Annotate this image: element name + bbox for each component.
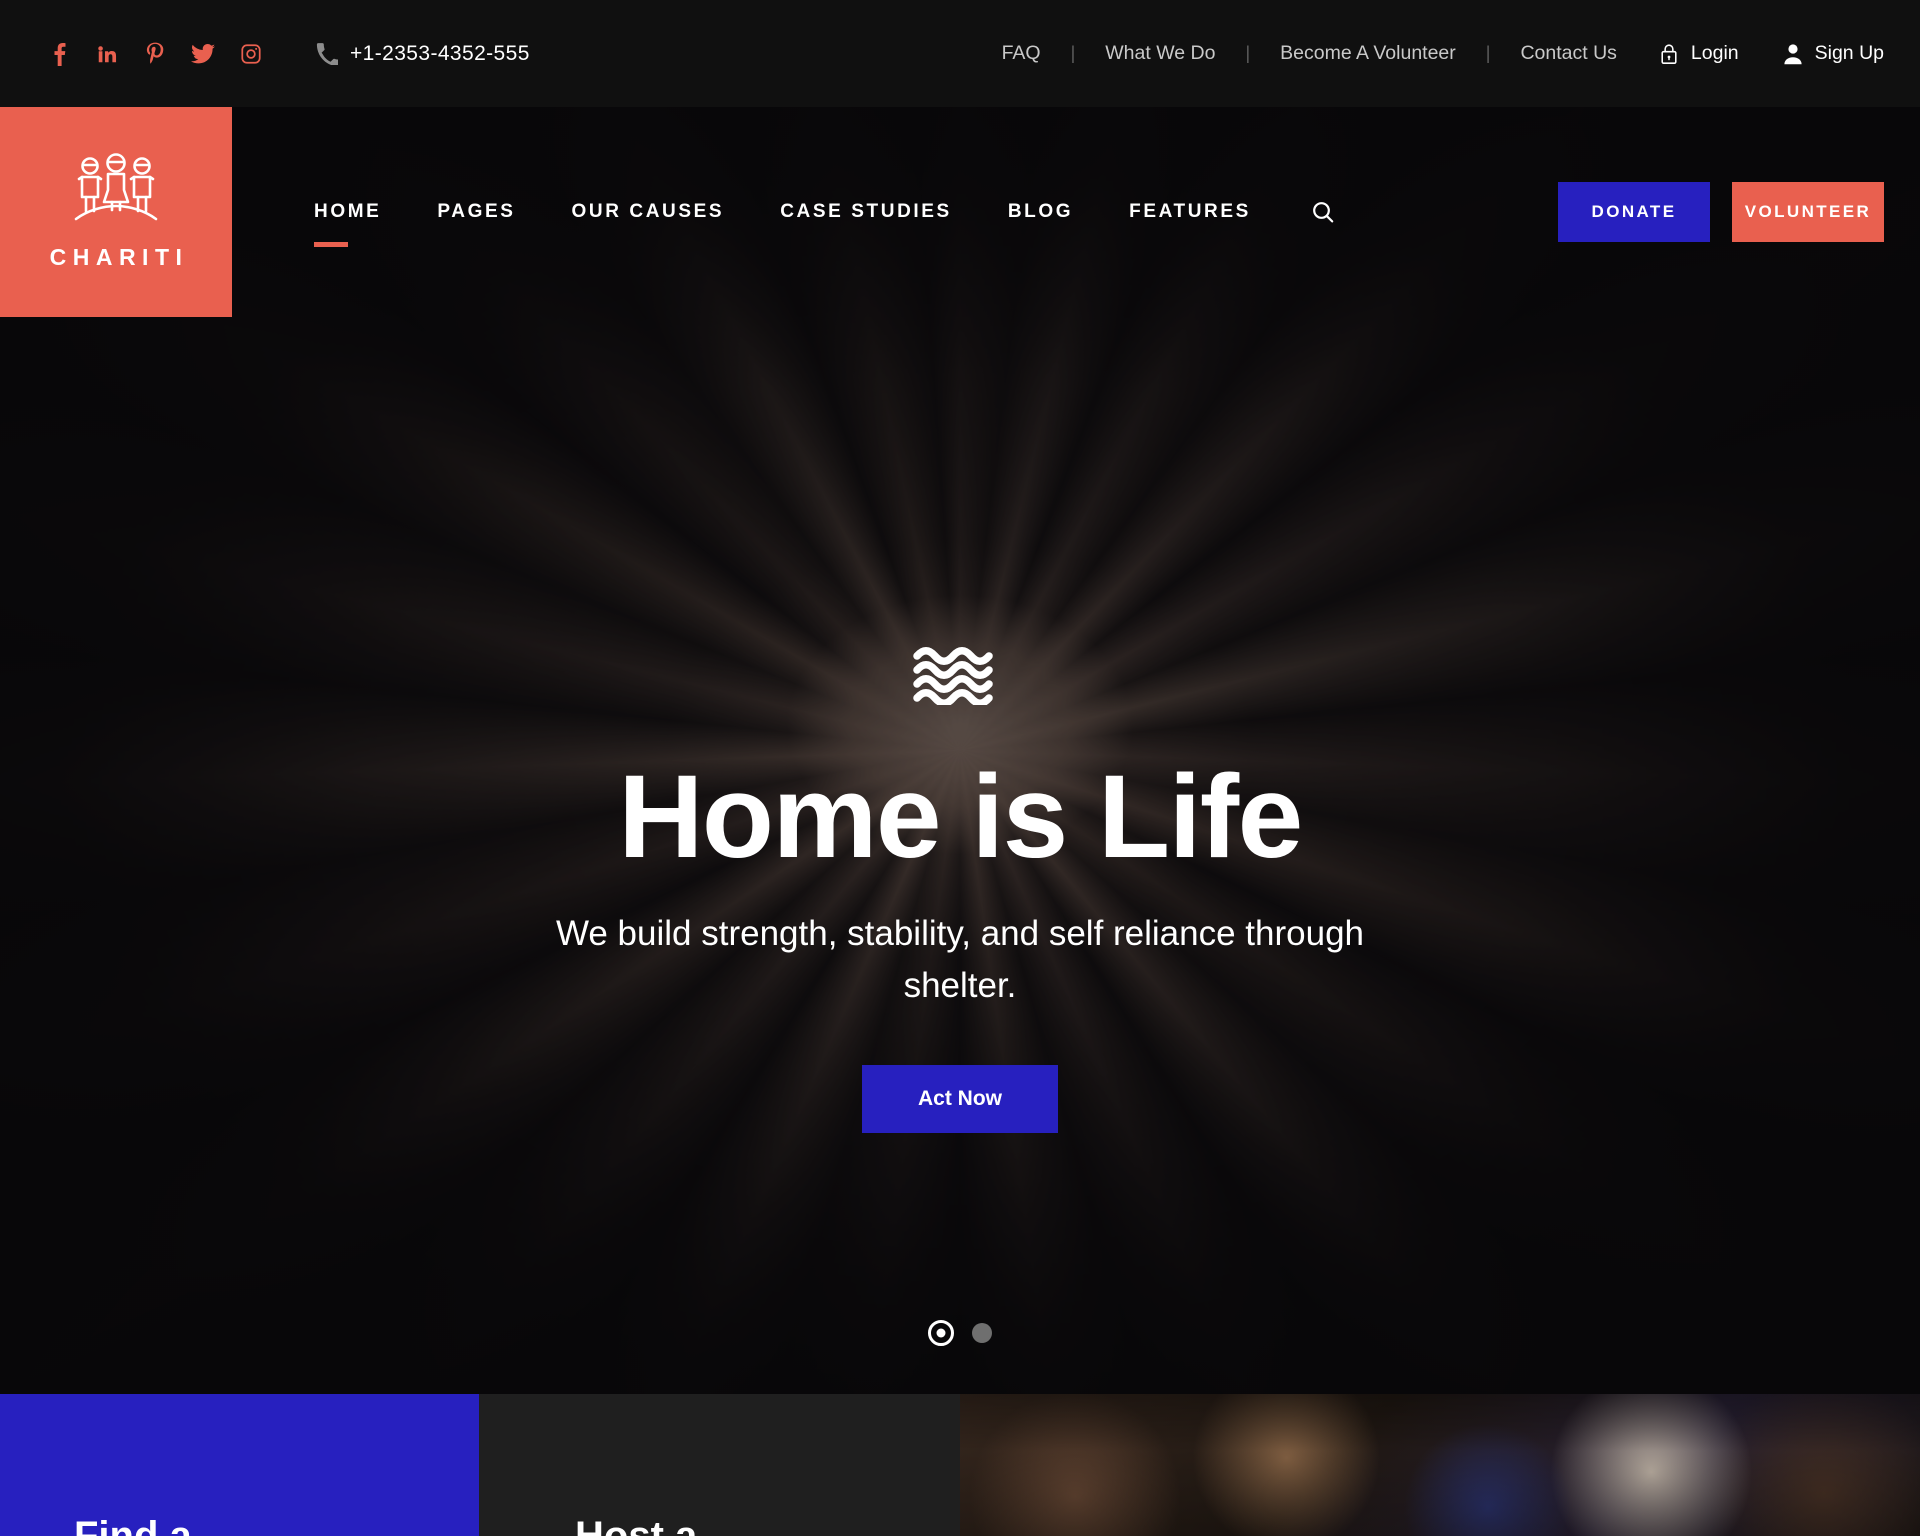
feature-card-blue-title: Find a [74, 1514, 192, 1536]
nav-item-case-studies[interactable]: CASE STUDIES [752, 201, 980, 223]
wave-lines-icon [913, 647, 1007, 710]
three-people-icon [70, 153, 162, 230]
top-link-separator: | [1485, 43, 1491, 63]
features-strip: Find a Host a [0, 1394, 1920, 1536]
volunteer-button[interactable]: VOLUNTEER [1732, 182, 1884, 242]
feature-card-dark-title: Host a [575, 1514, 698, 1536]
feature-card-dark[interactable]: Host a [479, 1394, 960, 1536]
nav-item-blog[interactable]: BLOG [980, 201, 1101, 223]
site-header: CHARITI HOME PAGES OUR CAUSES CASE STUDI… [0, 107, 1920, 317]
feature-card-blue[interactable]: Find a [0, 1394, 479, 1536]
logo-text: CHARITI [49, 244, 189, 270]
top-bar-right: FAQ | What We Do | Become A Volunteer | … [1000, 42, 1884, 65]
nav-item-pages[interactable]: PAGES [409, 201, 543, 223]
top-link-become-a-volunteer[interactable]: Become A Volunteer [1278, 42, 1458, 65]
hero-slide-content: Home is Life We build strength, stabilit… [0, 647, 1920, 1133]
top-link-faq[interactable]: FAQ [1000, 42, 1043, 65]
phone-number: +1-2353-4352-555 [350, 41, 530, 65]
nav-item-label: HOME [314, 201, 382, 222]
facebook-icon[interactable] [46, 41, 72, 67]
page-root: +1-2353-4352-555 FAQ | What We Do | Beco… [0, 0, 1920, 1536]
act-now-button[interactable]: Act Now [862, 1064, 1058, 1133]
top-link-separator: | [1070, 43, 1076, 63]
hero-subtitle: We build strength, stability, and self r… [555, 913, 1365, 1006]
nav-item-features[interactable]: FEATURES [1101, 201, 1279, 223]
carousel-dot-1[interactable] [928, 1320, 954, 1346]
nav-item-home[interactable]: HOME [314, 201, 409, 247]
top-link-contact-us[interactable]: Contact Us [1518, 42, 1618, 65]
linkedin-icon[interactable] [94, 41, 120, 67]
user-icon [1783, 43, 1803, 65]
twitter-icon[interactable] [190, 41, 216, 67]
logo[interactable]: CHARITI [0, 107, 232, 317]
account-links: Login Sign Up [1659, 42, 1884, 65]
top-link-what-we-do[interactable]: What We Do [1103, 42, 1217, 65]
phone-contact[interactable]: +1-2353-4352-555 [316, 42, 530, 66]
pinterest-icon[interactable] [142, 41, 168, 67]
donate-button[interactable]: DONATE [1558, 182, 1710, 242]
carousel-dots [0, 1320, 1920, 1346]
instagram-icon[interactable] [238, 41, 264, 67]
header-actions: DONATE VOLUNTEER [1558, 107, 1920, 317]
main-nav: HOME PAGES OUR CAUSES CASE STUDIES BLOG … [314, 107, 1345, 317]
hero-title: Home is Life [618, 751, 1303, 883]
carousel-dot-2[interactable] [972, 1323, 992, 1343]
feature-strip-photo [960, 1394, 1920, 1536]
nav-item-our-causes[interactable]: OUR CAUSES [544, 201, 753, 223]
lock-icon [1659, 43, 1679, 65]
social-links [46, 41, 264, 67]
login-label: Login [1690, 42, 1739, 64]
top-links: FAQ | What We Do | Become A Volunteer | … [1000, 42, 1619, 65]
signup-label: Sign Up [1814, 42, 1884, 64]
top-utility-bar: +1-2353-4352-555 FAQ | What We Do | Beco… [0, 0, 1920, 107]
phone-icon [316, 42, 338, 65]
signup-link[interactable]: Sign Up [1783, 42, 1884, 65]
search-icon[interactable] [1301, 200, 1345, 224]
top-link-separator: | [1245, 43, 1251, 63]
login-link[interactable]: Login [1659, 42, 1739, 65]
nav-active-indicator [314, 242, 348, 247]
hero-slider: CHARITI HOME PAGES OUR CAUSES CASE STUDI… [0, 107, 1920, 1394]
